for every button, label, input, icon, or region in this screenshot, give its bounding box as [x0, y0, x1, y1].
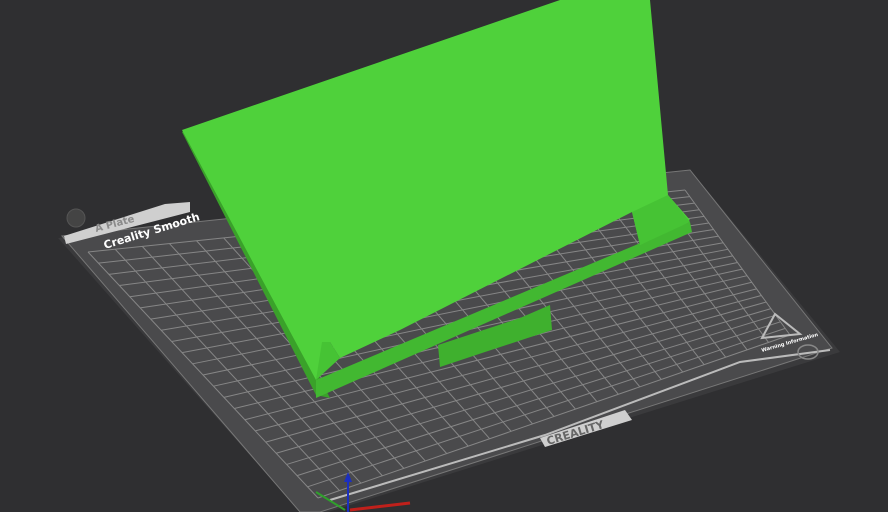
- plate-edit-icon[interactable]: [66, 208, 86, 228]
- 3d-viewport[interactable]: A Plate Creality Smooth CREALITY Warning…: [0, 0, 888, 512]
- x-axis: [349, 501, 411, 512]
- scene: A Plate Creality Smooth CREALITY Warning…: [58, 0, 840, 512]
